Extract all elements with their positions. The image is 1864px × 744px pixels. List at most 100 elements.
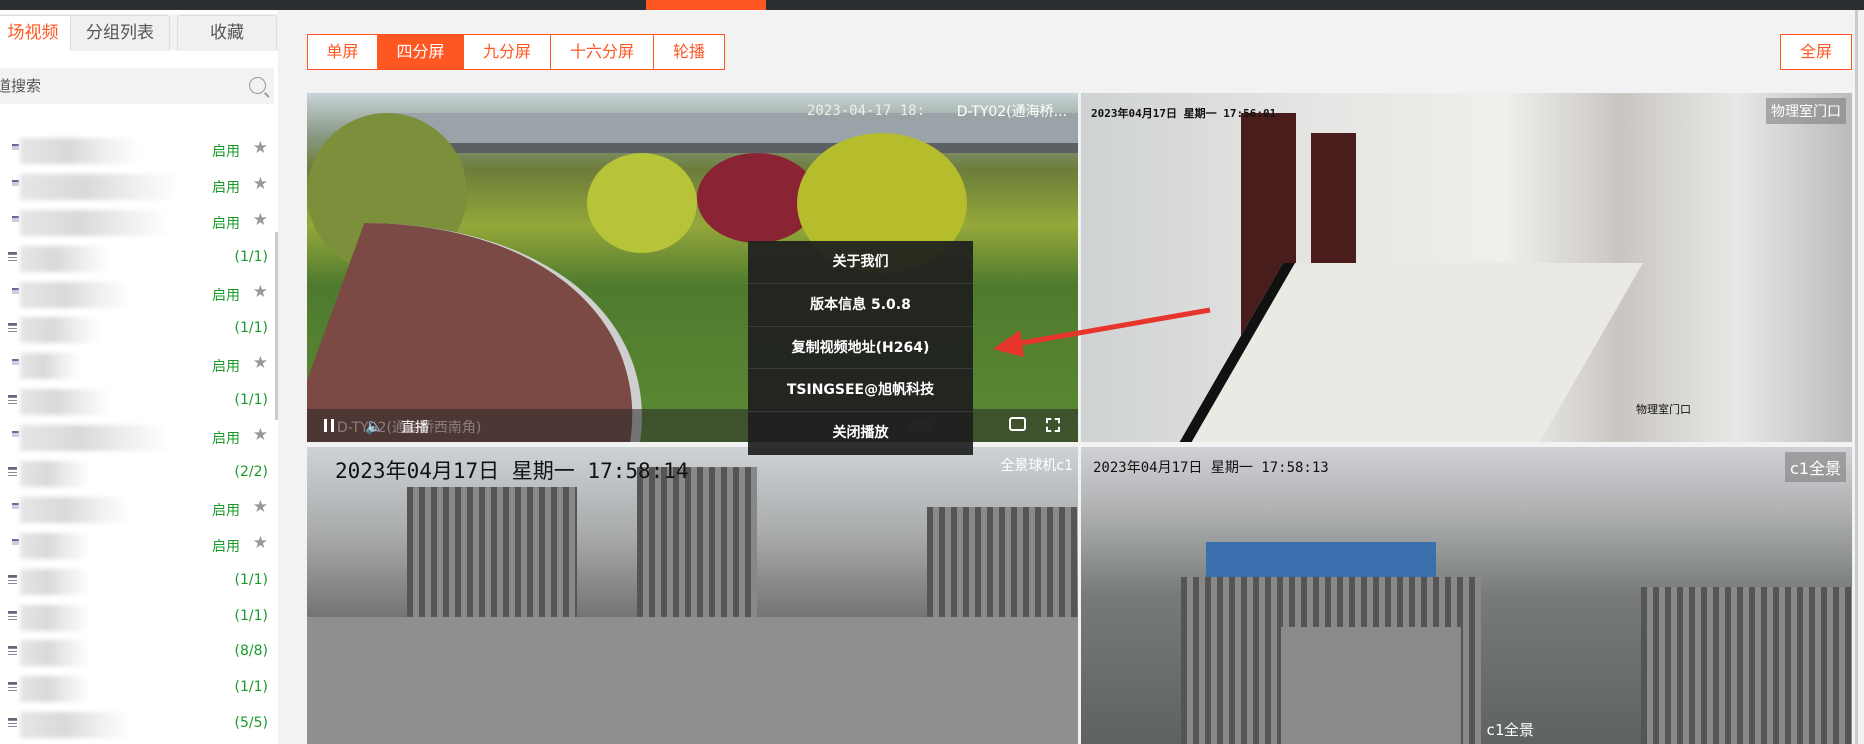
channel-status: 启用 bbox=[212, 359, 240, 376]
channel-list: 启用 ★ 启用 ★ 启用 ★ (1/1) 启用 ★ (1/1) 启用 ★ (1/1) 启用 ★ (2/2) 启用… bbox=[0, 132, 272, 742]
channel-name-redacted bbox=[20, 532, 90, 559]
channel-list-item[interactable]: (8/8) bbox=[0, 634, 272, 670]
channel-status: 启用 bbox=[212, 144, 240, 160]
nine-screen-button[interactable]: 九分屏 bbox=[464, 35, 551, 69]
camera-icon bbox=[12, 502, 19, 509]
channel-status: 启用 bbox=[212, 179, 240, 196]
video-osd-time: 2023年04月17日 星期一 17:58:14 bbox=[335, 459, 689, 483]
tab-live-video[interactable]: 场视频 bbox=[0, 15, 76, 51]
channel-name-redacted bbox=[20, 604, 90, 631]
camera-icon bbox=[12, 179, 19, 186]
top-nav-active-item[interactable] bbox=[646, 0, 766, 10]
sidebar-scrollbar[interactable] bbox=[275, 232, 278, 420]
tab-group-list[interactable]: 分组列表 bbox=[70, 15, 170, 51]
channel-list-item[interactable]: (1/1) bbox=[0, 383, 272, 419]
video-title: 全景球机c1 bbox=[1000, 458, 1073, 474]
group-icon bbox=[8, 467, 17, 478]
favorite-star-icon[interactable]: ★ bbox=[253, 533, 268, 553]
group-icon bbox=[8, 610, 17, 621]
channel-status: (1/1) bbox=[234, 392, 268, 409]
camera-icon bbox=[12, 538, 19, 545]
sidebar-tabs: 场视频 分组列表 收藏 bbox=[0, 14, 278, 51]
top-nav-bar bbox=[0, 0, 1864, 10]
channel-name-redacted bbox=[20, 173, 180, 200]
pause-icon[interactable] bbox=[324, 419, 334, 432]
video-player-2[interactable]: 2023年04月17日 星期一 17:56:01 物理室门口 物理室门口 bbox=[1081, 93, 1852, 442]
channel-status: 启用 bbox=[212, 287, 240, 304]
tab-favorites[interactable]: 收藏 bbox=[177, 15, 277, 51]
channel-name-redacted bbox=[20, 209, 170, 236]
menu-item-copy-url[interactable]: 复制视频地址(H264) bbox=[748, 327, 973, 370]
group-icon bbox=[8, 251, 17, 262]
favorite-star-icon[interactable]: ★ bbox=[253, 210, 268, 230]
channel-name-redacted bbox=[20, 461, 90, 488]
menu-item-about[interactable]: 关于我们 bbox=[748, 241, 973, 284]
group-icon bbox=[8, 323, 17, 334]
channel-list-item[interactable]: (1/1) bbox=[0, 670, 272, 706]
sixteen-screen-button[interactable]: 十六分屏 bbox=[551, 35, 654, 69]
main-scrollbar[interactable] bbox=[1855, 10, 1864, 744]
menu-item-company[interactable]: TSINGSEE@旭帆科技 bbox=[748, 369, 973, 413]
fullscreen-icon[interactable] bbox=[1046, 418, 1060, 432]
channel-list-item[interactable]: (1/1) bbox=[0, 599, 272, 635]
channel-status: 启用 bbox=[212, 215, 240, 232]
channel-status: (2/2) bbox=[234, 464, 268, 481]
favorite-star-icon[interactable]: ★ bbox=[253, 282, 268, 302]
fullscreen-button[interactable]: 全屏 bbox=[1780, 34, 1852, 70]
group-icon bbox=[8, 395, 17, 406]
video-title: 物理室门口 bbox=[1766, 98, 1846, 124]
channel-list-item[interactable]: 启用 ★ bbox=[0, 347, 272, 383]
video-title: D-TY02(通海桥... bbox=[956, 104, 1067, 120]
channel-list-item[interactable]: (1/1) bbox=[0, 311, 272, 347]
video-player-3[interactable]: 2023年04月17日 星期一 17:58:14 全景球机c1 bbox=[307, 447, 1078, 744]
channel-list-item[interactable]: 启用 ★ bbox=[0, 527, 272, 563]
search-input[interactable]: 道搜索 bbox=[0, 68, 274, 104]
channel-status: (1/1) bbox=[234, 571, 268, 588]
video-osd-time: 2023-04-17 18: bbox=[807, 103, 926, 119]
channel-status: 启用 bbox=[212, 502, 240, 519]
video-frame-detail bbox=[1641, 587, 1852, 744]
menu-item-close-playback[interactable]: 关闭播放 bbox=[748, 412, 973, 455]
channel-list-item[interactable]: (1/1) bbox=[0, 563, 272, 599]
channel-list-item[interactable]: 启用 ★ bbox=[0, 276, 272, 312]
favorite-star-icon[interactable]: ★ bbox=[253, 174, 268, 194]
sidebar: 场视频 分组列表 收藏 道搜索 启用 ★ 启用 ★ 启用 ★ (1/1) 启用 ★ (1/1) 启用… bbox=[0, 10, 278, 744]
video-osd-label: 物理室门口 bbox=[1636, 403, 1691, 416]
stream-name: D-TY02(通海桥西南角) bbox=[337, 420, 482, 436]
camera-icon bbox=[12, 359, 19, 366]
channel-name-redacted bbox=[20, 138, 140, 164]
channel-list-item[interactable]: (1/1) bbox=[0, 240, 272, 276]
channel-list-item[interactable]: (2/2) bbox=[0, 455, 272, 491]
search-placeholder: 道搜索 bbox=[0, 77, 42, 95]
context-menu: 关于我们 版本信息 5.0.8 复制视频地址(H264) TSINGSEE@旭帆… bbox=[748, 241, 973, 455]
channel-list-item[interactable]: 启用 ★ bbox=[0, 132, 272, 168]
video-player-4[interactable]: 2023年04月17日 星期一 17:58:13 c1全景 c1全景 bbox=[1081, 447, 1852, 744]
group-icon bbox=[8, 718, 17, 729]
channel-status: (1/1) bbox=[234, 607, 268, 624]
favorite-star-icon[interactable]: ★ bbox=[253, 353, 268, 373]
channel-name-redacted bbox=[20, 496, 130, 523]
channel-list-item[interactable]: 启用 ★ bbox=[0, 491, 272, 527]
channel-list-item[interactable]: (5/5) bbox=[0, 706, 272, 742]
video-osd-time: 2023年04月17日 星期一 17:56:01 bbox=[1091, 107, 1277, 120]
channel-status: 启用 bbox=[212, 431, 240, 448]
single-screen-button[interactable]: 单屏 bbox=[308, 35, 378, 69]
channel-list-item[interactable]: 启用 ★ bbox=[0, 204, 272, 240]
four-screen-button[interactable]: 四分屏 bbox=[378, 35, 464, 69]
menu-item-version[interactable]: 版本信息 5.0.8 bbox=[748, 284, 973, 327]
snapshot-icon[interactable] bbox=[1009, 417, 1026, 431]
channel-list-item[interactable]: 启用 ★ bbox=[0, 168, 272, 204]
group-icon bbox=[8, 682, 17, 693]
video-frame-detail bbox=[1281, 627, 1461, 744]
channel-name-redacted bbox=[20, 425, 170, 452]
channel-status: (1/1) bbox=[234, 679, 268, 696]
video-osd-label: c1全景 bbox=[1486, 721, 1535, 739]
video-frame-detail bbox=[587, 153, 697, 253]
search-icon[interactable] bbox=[249, 77, 266, 94]
video-frame-detail bbox=[307, 617, 1078, 744]
channel-list-item[interactable]: 启用 ★ bbox=[0, 419, 272, 455]
favorite-star-icon[interactable]: ★ bbox=[253, 138, 268, 158]
favorite-star-icon[interactable]: ★ bbox=[253, 425, 268, 445]
carousel-button[interactable]: 轮播 bbox=[654, 35, 724, 69]
favorite-star-icon[interactable]: ★ bbox=[253, 497, 268, 517]
